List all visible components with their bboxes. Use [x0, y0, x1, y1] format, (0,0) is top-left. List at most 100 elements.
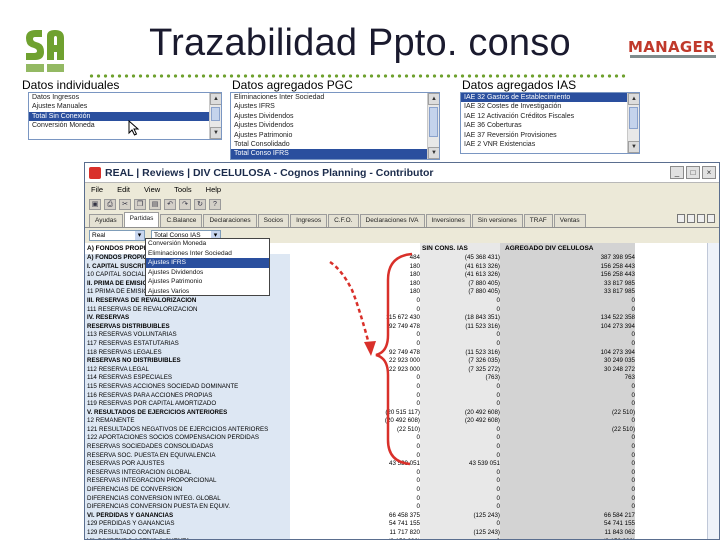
scroll-up-icon[interactable]: ▲	[428, 93, 439, 105]
cell-value[interactable]: 30 248 272	[500, 366, 635, 375]
list-item-selected[interactable]: Total Sin Conexión	[29, 111, 221, 122]
tab-declaraciones-iva[interactable]: Declaraciones IVA	[359, 214, 425, 227]
cell-value[interactable]: 0	[420, 392, 500, 401]
list-item[interactable]: Datos Ingresos	[29, 93, 221, 102]
tab-cfo[interactable]: C.F.O.	[328, 214, 359, 227]
cell-value[interactable]: 43 539 051	[290, 460, 420, 469]
cell-value[interactable]: 484	[290, 254, 420, 263]
cell-value[interactable]: 0	[290, 392, 420, 401]
listbox-ias[interactable]: IAE 32 Gastos de Establecimiento IAE 32 …	[460, 92, 640, 154]
tab-prev-icon[interactable]	[687, 214, 695, 223]
tab-declaraciones[interactable]: Declaraciones	[203, 214, 257, 227]
tab-balance[interactable]: C.Balance	[160, 214, 203, 227]
cell-value[interactable]: (763)	[420, 374, 500, 383]
listbox-pgc[interactable]: Eliminaciones Inter Sociedad Ajustes IFR…	[230, 92, 440, 160]
print-icon[interactable]: ⎙	[104, 199, 116, 210]
listbox-scrollbar[interactable]: ▲ ▼	[427, 93, 439, 159]
cell-value[interactable]: 180	[290, 288, 420, 297]
paste-icon[interactable]: ▤	[149, 199, 161, 210]
cell-value[interactable]: 0	[500, 434, 635, 443]
tab-ingresos[interactable]: Ingresos	[290, 214, 328, 227]
cell-value[interactable]: 0	[420, 331, 500, 340]
cell-value[interactable]: 0	[500, 297, 635, 306]
cell-value[interactable]: 0	[500, 503, 635, 512]
cell-value[interactable]: 0	[290, 374, 420, 383]
popup-item[interactable]: Ajustes Patrimonio	[146, 277, 269, 287]
list-item[interactable]: Ajustes Manuales	[29, 102, 221, 111]
cell-value[interactable]: 0	[420, 503, 500, 512]
cell-value[interactable]: (22 510)	[500, 409, 635, 418]
listbox-scrollbar[interactable]: ▲ ▼	[209, 93, 221, 139]
cell-value[interactable]: 180	[290, 280, 420, 289]
cell-value[interactable]: 387 398 954	[500, 254, 635, 263]
cell-value[interactable]: 43 539 051	[420, 460, 500, 469]
cell-value[interactable]: 92 749 478	[290, 323, 420, 332]
cell-value[interactable]: 0	[420, 486, 500, 495]
list-item[interactable]: Conversión Moneda	[29, 121, 221, 130]
copy-icon[interactable]: ❐	[134, 199, 146, 210]
cell-value[interactable]: 0	[500, 486, 635, 495]
cut-icon[interactable]: ✂	[119, 199, 131, 210]
menu-file[interactable]: File	[91, 183, 103, 197]
cell-value[interactable]: (18 843 351)	[420, 314, 500, 323]
cell-value[interactable]: (20 492 608)	[290, 417, 420, 426]
cell-value[interactable]: 0	[420, 452, 500, 461]
list-item[interactable]: IAE 12 Activación Créditos Fiscales	[461, 112, 639, 121]
cell-value[interactable]: (11 523 316)	[420, 323, 500, 332]
cell-value[interactable]: 54 741 155	[290, 520, 420, 529]
popup-item-selected[interactable]: Ajustes IFRS	[146, 258, 269, 268]
list-item[interactable]: IAE 37 Reversión Provisiones	[461, 131, 639, 140]
cell-value[interactable]: 0	[420, 469, 500, 478]
cell-value[interactable]: 0	[500, 452, 635, 461]
cell-value[interactable]: (11 523 316)	[420, 349, 500, 358]
scroll-down-icon[interactable]: ▼	[628, 141, 639, 153]
cell-value[interactable]: 0	[500, 460, 635, 469]
cell-value[interactable]: (7 880 405)	[420, 288, 500, 297]
cell-value[interactable]: 0	[290, 340, 420, 349]
cell-value[interactable]: 0	[290, 495, 420, 504]
grid-scrollbar[interactable]	[707, 243, 719, 539]
cell-value[interactable]: 0	[500, 400, 635, 409]
cell-value[interactable]: 0	[290, 306, 420, 315]
list-item[interactable]: Ajustes IFRS	[231, 102, 439, 111]
list-item[interactable]: IAE 32 Costes de Investigación	[461, 102, 639, 111]
list-item-selected[interactable]: IAE 32 Gastos de Establecimiento	[461, 93, 639, 103]
cell-value[interactable]: 0	[420, 340, 500, 349]
cell-value[interactable]: 11 843 062	[500, 529, 635, 538]
menu-view[interactable]: View	[144, 183, 160, 197]
tab-first-icon[interactable]	[677, 214, 685, 223]
cell-value[interactable]: 180	[290, 263, 420, 272]
cell-value[interactable]: 66 458 375	[290, 512, 420, 521]
undo-icon[interactable]: ↶	[164, 199, 176, 210]
cell-value[interactable]: (125 243)	[420, 529, 501, 538]
tab-ventas[interactable]: Ventas	[553, 214, 586, 227]
cell-value[interactable]: 22 923 000	[290, 357, 420, 366]
tab-traf[interactable]: TRAF	[523, 214, 553, 227]
cell-value[interactable]: (22 510)	[290, 426, 420, 435]
listbox-scrollbar[interactable]: ▲ ▼	[627, 93, 639, 153]
tab-inversiones[interactable]: Inversiones	[425, 214, 471, 227]
cell-value[interactable]: 0	[290, 452, 420, 461]
cell-value[interactable]: (7 325 272)	[420, 366, 500, 375]
cell-value[interactable]: 0	[420, 297, 500, 306]
cell-value[interactable]: 0	[290, 400, 420, 409]
cell-value[interactable]: 0	[290, 383, 420, 392]
cell-value[interactable]: 763	[500, 374, 635, 383]
tab-sin-versiones[interactable]: Sin versiones	[471, 214, 523, 227]
cell-value[interactable]: 0	[290, 331, 420, 340]
cell-value[interactable]: 104 273 394	[500, 349, 635, 358]
redo-icon[interactable]: ↷	[179, 199, 191, 210]
cell-value[interactable]: 0	[420, 426, 500, 435]
tab-last-icon[interactable]	[707, 214, 715, 223]
listbox-individual[interactable]: Datos Ingresos Ajustes Manuales Total Si…	[28, 92, 222, 140]
menu-edit[interactable]: Edit	[117, 183, 130, 197]
list-item-selected[interactable]: Total Conso IFRS	[231, 149, 439, 159]
menu-help[interactable]: Help	[206, 183, 221, 197]
cell-value[interactable]: 0	[500, 469, 635, 478]
close-icon[interactable]: ×	[702, 166, 716, 179]
dimension-popup[interactable]: Conversión Moneda Eliminaciones Inter So…	[145, 238, 270, 296]
tab-next-icon[interactable]	[697, 214, 705, 223]
list-item[interactable]: Ajustes Dividendos	[231, 121, 439, 130]
grid-header-sin-cons[interactable]: SIN CONS. IAS	[422, 243, 500, 254]
maximize-icon[interactable]: □	[686, 166, 700, 179]
